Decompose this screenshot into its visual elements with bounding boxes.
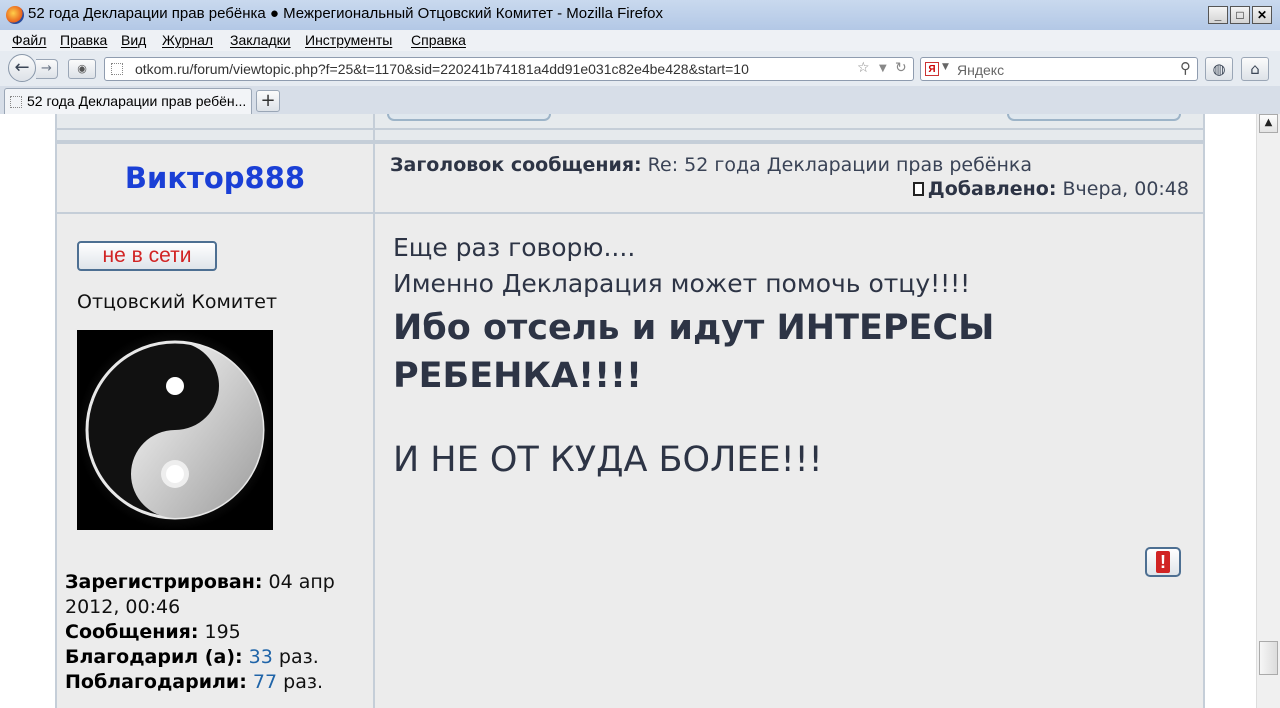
page-content: Виктор888 Заголовок сообщения: Re: 52 го…: [0, 114, 1256, 708]
new-tab-plus-icon[interactable]: +: [256, 90, 280, 112]
menu-file[interactable]: Файл: [12, 32, 46, 48]
previous-post-button-edge: [387, 114, 551, 121]
messages-value: 195: [204, 621, 241, 643]
post-line: Именно Декларация может помочь отцу!!!!: [393, 269, 971, 298]
post-separator: [57, 128, 1203, 144]
post-date: Добавлено: Вчера, 00:48: [912, 178, 1190, 200]
user-profile-info: Зарегистрирован: 04 апр 2012, 00:46 Сооб…: [65, 570, 365, 695]
back-arrow-icon[interactable]: ←: [8, 54, 36, 82]
search-input[interactable]: Яндекс: [957, 62, 1004, 78]
scroll-up-arrow-icon[interactable]: ▲: [1259, 114, 1278, 133]
was-thanked-label: Поблагодарили:: [65, 671, 247, 693]
post-table: Виктор888 Заголовок сообщения: Re: 52 го…: [55, 128, 1205, 708]
previous-post-button-edge: [1007, 114, 1181, 121]
yin-yang-avatar-icon: [77, 330, 273, 530]
user-rank: Отцовский Комитет: [77, 291, 278, 313]
firefox-icon: [6, 6, 24, 24]
window-title: 52 года Декларации прав ребёнка ● Межрег…: [28, 5, 663, 22]
post-link-icon[interactable]: [912, 182, 924, 196]
url-bar[interactable]: otkom.ru/forum/viewtopic.php?f=25&t=1170…: [104, 57, 914, 81]
navigation-toolbar: ← → ◉ otkom.ru/forum/viewtopic.php?f=25&…: [0, 51, 1280, 86]
thanked-label: Благодарил (а):: [65, 646, 243, 668]
subject-text: Re: 52 года Декларации прав ребёнка: [647, 154, 1033, 176]
url-text[interactable]: otkom.ru/forum/viewtopic.php?f=25&t=1170…: [135, 61, 749, 77]
menu-edit[interactable]: Правка: [60, 32, 107, 48]
home-icon[interactable]: ⌂: [1241, 57, 1269, 81]
thanked-suffix: раз.: [278, 646, 319, 668]
thanked-link[interactable]: 33: [249, 646, 273, 668]
tab-label: 52 года Декларации прав ребён...: [27, 93, 247, 109]
was-thanked-link[interactable]: 77: [253, 671, 277, 693]
added-value: Вчера, 00:48: [1062, 178, 1190, 200]
subject-label: Заголовок сообщения:: [390, 154, 642, 176]
forward-arrow-icon[interactable]: →: [36, 59, 58, 79]
site-identity-icon[interactable]: ◉: [68, 59, 96, 79]
minimize-button[interactable]: _: [1208, 6, 1228, 24]
reload-icon[interactable]: ↻: [895, 60, 907, 76]
search-bar[interactable]: Я ▼ Яндекс ⚲: [920, 57, 1198, 81]
post-line: Еще раз говорю....: [393, 233, 636, 262]
messages-label: Сообщения:: [65, 621, 199, 643]
tab-favicon-icon: [10, 96, 22, 108]
scrollbar-thumb[interactable]: [1259, 641, 1278, 675]
registered-label: Зарегистрирован:: [65, 571, 263, 593]
page-favicon-icon: [111, 63, 123, 75]
tab-bar: 52 года Декларации прав ребён... +: [0, 86, 1280, 115]
post-subject: Заголовок сообщения: Re: 52 года Деклара…: [390, 154, 1032, 176]
window-controls: _ □ ✕: [1208, 6, 1272, 24]
exclamation-icon: !: [1156, 551, 1170, 573]
menu-bookmarks[interactable]: Закладки: [230, 32, 291, 48]
post-body: Еще раз говорю.... Именно Декларация мож…: [393, 230, 1173, 484]
window-titlebar: 52 года Декларации прав ребёнка ● Межрег…: [0, 0, 1280, 31]
history-dropdown-icon[interactable]: ▼: [879, 63, 887, 74]
vertical-scrollbar[interactable]: ▲: [1256, 114, 1280, 708]
tab-active[interactable]: 52 года Декларации прав ребён...: [4, 88, 252, 114]
maximize-button[interactable]: □: [1230, 6, 1250, 24]
menu-help[interactable]: Справка: [411, 32, 466, 48]
engine-dropdown-icon[interactable]: ▼: [942, 62, 949, 72]
menu-tools[interactable]: Инструменты: [305, 32, 392, 48]
header-divider: [57, 212, 1203, 214]
post-line-large: И НЕ ОТ КУДА БОЛЕЕ!!!: [393, 440, 823, 480]
close-button[interactable]: ✕: [1252, 6, 1272, 24]
added-label: Добавлено:: [927, 178, 1057, 200]
avatar: [77, 330, 273, 530]
menu-bar: Файл Правка Вид Журнал Закладки Инструме…: [0, 30, 1280, 51]
offline-status-badge: не в сети: [77, 241, 217, 271]
report-post-button[interactable]: !: [1145, 547, 1181, 577]
bookmark-star-icon[interactable]: ☆: [857, 60, 870, 76]
menu-view[interactable]: Вид: [121, 32, 146, 48]
was-thanked-suffix: раз.: [283, 671, 323, 693]
column-divider: [373, 114, 375, 128]
previous-post-strip: [55, 114, 1205, 128]
globe-icon[interactable]: ◍: [1205, 57, 1233, 81]
menu-history[interactable]: Журнал: [162, 32, 213, 48]
post-line-bold: Ибо отсель и идут ИНТЕРЕСЫ РЕБЕНКА!!!!: [393, 308, 995, 396]
yandex-engine-icon[interactable]: Я: [925, 62, 939, 76]
column-divider: [373, 128, 375, 708]
search-magnifier-icon[interactable]: ⚲: [1180, 59, 1191, 77]
post-author[interactable]: Виктор888: [57, 144, 373, 212]
